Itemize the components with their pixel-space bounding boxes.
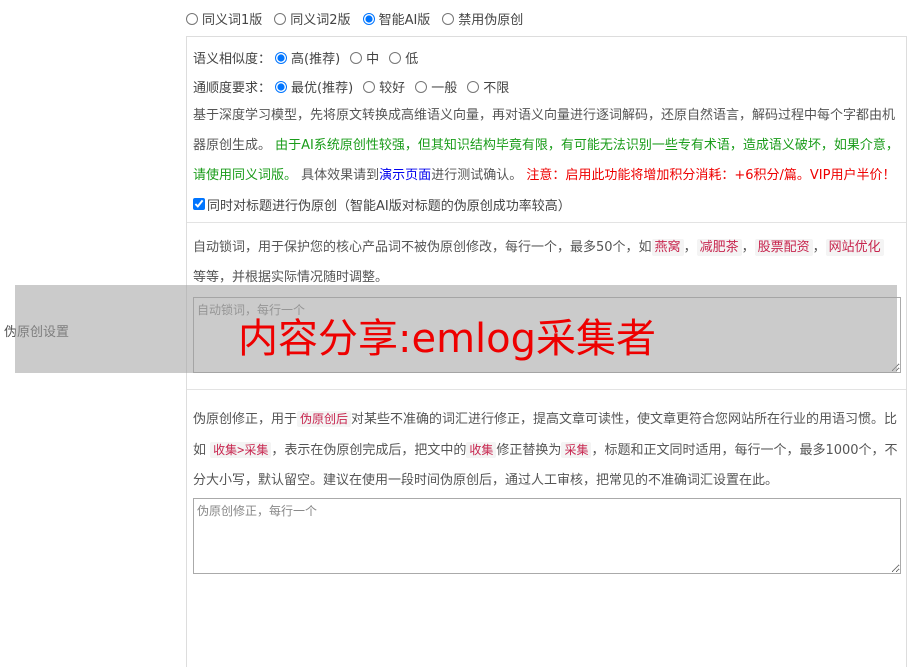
code-tag: 采集 — [561, 442, 592, 458]
watermark-text: 内容分享:emlog采集者 — [238, 316, 657, 362]
similarity-label: 语义相似度： — [193, 52, 272, 67]
fluency-radio-best[interactable] — [275, 80, 288, 93]
mode-option-synonym2[interactable]: 同义词2版 — [274, 9, 351, 28]
option-label: 高(推荐) — [291, 52, 341, 67]
lock-words-description: 自动锁词，用于保护您的核心产品词不被伪原创修改，每行一个，最多50个，如 燕窝，减… — [193, 233, 900, 293]
similarity-radio-mid[interactable] — [350, 51, 363, 64]
fluency-row: 通顺度要求： 最优(推荐) 较好 一般 不限 — [193, 72, 900, 101]
code-tag: 伪原创后 — [297, 411, 352, 427]
mode-radio-ai[interactable] — [362, 12, 375, 25]
similarity-radio-low[interactable] — [389, 51, 402, 64]
similarity-radio-high[interactable] — [275, 51, 288, 64]
fluency-radio-normal[interactable] — [415, 80, 428, 93]
ai-description: 基于深度学习模型，先将原文转换成高维语义向量，再对语义向量进行逐词解码，还原自然… — [193, 101, 900, 191]
title-rewrite-option[interactable]: 同时对标题进行伪原创（智能AI版对标题的伪原创成功率较高） — [193, 191, 900, 217]
mode-radio-disable[interactable] — [442, 12, 455, 25]
fluency-option-best[interactable]: 最优(推荐) — [275, 77, 353, 96]
mode-radio-group: 同义词1版 同义词2版 智能AI版 禁用伪原创 — [186, 9, 523, 28]
mode-label: 禁用伪原创 — [458, 13, 524, 28]
code-tag: 收集 — [466, 442, 497, 458]
ai-desc-text: 进行测试确认。 — [431, 168, 523, 183]
option-label: 一般 — [431, 81, 458, 96]
mode-option-synonym1[interactable]: 同义词1版 — [186, 9, 262, 28]
correction-text: 伪原创修正，用于 — [193, 412, 298, 427]
demo-page-link[interactable]: 演示页面 — [379, 168, 431, 183]
example-tag: 股票配资 — [754, 239, 813, 256]
correction-text: 修正替换为 — [496, 443, 562, 458]
option-label: 较好 — [379, 81, 406, 96]
mode-radio-synonym2[interactable] — [274, 12, 287, 25]
correction-description: 伪原创修正，用于 伪原创后 对某些不准确的词汇进行修正，提高文章可读性，使文章更符合… — [193, 404, 900, 496]
fluency-radio-good[interactable] — [363, 80, 376, 93]
similarity-option-low[interactable]: 低 — [389, 48, 418, 67]
fluency-option-normal[interactable]: 一般 — [415, 77, 457, 96]
mode-radio-synonym1[interactable] — [186, 12, 198, 25]
mode-label: 同义词1版 — [202, 13, 263, 28]
mode-option-ai[interactable]: 智能AI版 — [362, 9, 431, 28]
title-rewrite-checkbox[interactable] — [193, 198, 205, 210]
similarity-option-mid[interactable]: 中 — [350, 48, 379, 67]
option-label: 中 — [366, 52, 380, 67]
mode-label: 同义词2版 — [290, 13, 351, 28]
code-tag: 收集>采集 — [210, 442, 272, 458]
similarity-row: 语义相似度： 高(推荐) 中 低 — [193, 43, 900, 72]
lock-desc-text: 自动锁词，用于保护您的核心产品词不被伪原创修改，每行一个，最多50个，如 — [193, 240, 652, 255]
fluency-label: 通顺度要求： — [193, 81, 272, 96]
ai-desc-cost-notice: 注意：启用此功能将增加积分消耗：+6积分/篇。VIP用户半价！ — [526, 168, 896, 183]
fluency-radio-any[interactable] — [467, 80, 480, 93]
divider — [187, 222, 906, 223]
correction-text: ，表示在伪原创完成后，把文中的 — [271, 443, 467, 458]
divider — [187, 389, 906, 390]
fluency-option-any[interactable]: 不限 — [467, 77, 509, 96]
mode-option-disable[interactable]: 禁用伪原创 — [442, 9, 523, 28]
example-tag: 燕窝 — [651, 239, 684, 256]
example-tag: 减肥茶 — [696, 239, 742, 256]
option-label: 不限 — [483, 81, 510, 96]
option-label: 低 — [405, 52, 419, 67]
mode-label: 智能AI版 — [378, 13, 431, 28]
similarity-option-high[interactable]: 高(推荐) — [275, 48, 340, 67]
correction-section: 伪原创修正，用于 伪原创后 对某些不准确的词汇进行修正，提高文章可读性，使文章更符合… — [193, 404, 901, 574]
correction-textarea[interactable] — [193, 498, 901, 574]
title-rewrite-label: 同时对标题进行伪原创（智能AI版对标题的伪原创成功率较高） — [207, 198, 571, 214]
option-label: 最优(推荐) — [291, 81, 354, 96]
lock-desc-text: 等等，并根据实际情况随时调整。 — [193, 270, 389, 285]
fluency-option-good[interactable]: 较好 — [363, 77, 405, 96]
example-tag: 网站优化 — [825, 239, 884, 256]
ai-desc-text: 具体效果请到 — [301, 168, 380, 183]
